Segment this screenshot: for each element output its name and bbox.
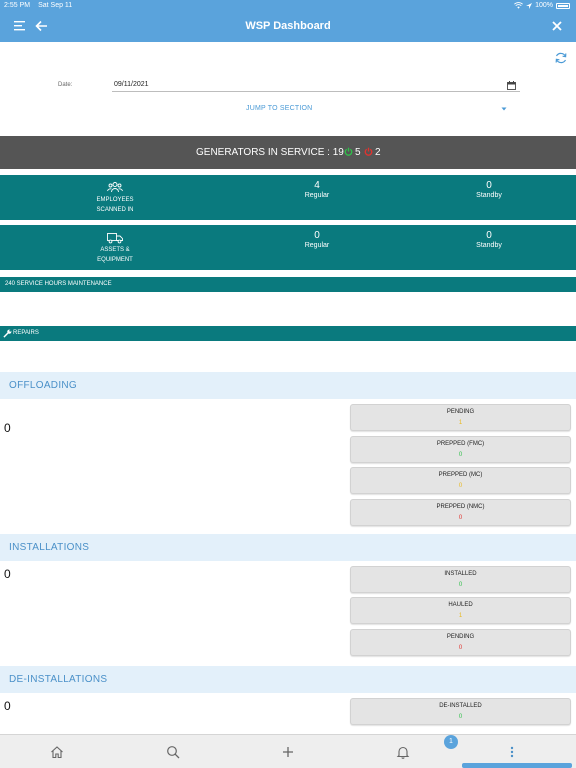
deinstallations-count: 0 bbox=[4, 699, 11, 713]
assets-label-line2: EQUIPMENT bbox=[97, 257, 133, 263]
installations-title: INSTALLATIONS bbox=[9, 542, 90, 553]
search-icon[interactable] bbox=[166, 745, 180, 759]
card-value: 0 bbox=[458, 452, 463, 458]
offloading-title: OFFLOADING bbox=[9, 380, 78, 391]
employees-regular-label: Regular bbox=[304, 192, 330, 199]
wsp-dashboard-page: 2:55 PM Sat Sep 11 100% WSP Dashboard Dat… bbox=[0, 0, 576, 768]
status-date: Sat Sep 11 bbox=[38, 2, 73, 9]
card-value: 0 bbox=[458, 483, 463, 489]
installations-section-header: INSTALLATIONS bbox=[0, 534, 576, 561]
bell-icon[interactable] bbox=[396, 745, 410, 759]
card-title: PREPPED (NMC) bbox=[436, 504, 485, 510]
power-off-icon bbox=[364, 147, 373, 156]
card-title: DE-INSTALLED bbox=[439, 703, 482, 709]
offloading-count: 0 bbox=[4, 421, 11, 435]
installations-pending-card[interactable]: PENDING 0 bbox=[350, 629, 571, 656]
maintenance-label: 240 SERVICE HOURS MAINTENANCE bbox=[5, 281, 112, 287]
assets-label: ASSETS & EQUIPMENT bbox=[76, 245, 154, 265]
offloading-pending-card[interactable]: PENDING 1 bbox=[350, 404, 571, 431]
page-title: WSP Dashboard bbox=[245, 20, 331, 32]
chevron-down-icon[interactable] bbox=[500, 105, 508, 113]
card-value: 1 bbox=[458, 613, 463, 619]
employees-standby-value: 0 bbox=[486, 180, 492, 191]
card-value: 0 bbox=[458, 515, 463, 521]
repairs-label: REPAIRS bbox=[13, 330, 39, 336]
close-icon[interactable] bbox=[549, 18, 565, 34]
offloading-prepped-nmc-card[interactable]: PREPPED (NMC) 0 bbox=[350, 499, 571, 526]
generators-label: GENERATORS IN SERVICE : 19 bbox=[196, 147, 344, 158]
more-vertical-icon[interactable] bbox=[505, 745, 519, 759]
offloading-section-header: OFFLOADING bbox=[0, 372, 576, 399]
card-title: HAULED bbox=[448, 602, 473, 608]
card-title: PREPPED (MC) bbox=[438, 472, 483, 478]
generators-online-count: 5 bbox=[355, 147, 361, 158]
card-title: PENDING bbox=[446, 409, 475, 415]
battery-percent: 100% bbox=[535, 2, 553, 9]
generators-in-service-bar: GENERATORS IN SERVICE : 19 5 2 bbox=[0, 136, 576, 169]
card-value: 0 bbox=[458, 645, 463, 651]
assets-regular-stat: 0 Regular bbox=[277, 230, 357, 249]
assets-regular-value: 0 bbox=[314, 230, 320, 241]
assets-regular-label: Regular bbox=[304, 242, 330, 249]
installations-count: 0 bbox=[4, 567, 11, 581]
calendar-icon[interactable] bbox=[507, 81, 516, 90]
employees-label-line2: SCANNED IN bbox=[96, 207, 134, 213]
offloading-prepped-mc-card[interactable]: PREPPED (MC) 0 bbox=[350, 467, 571, 494]
status-time: 2:55 PM bbox=[4, 2, 31, 9]
installations-installed-card[interactable]: INSTALLED 0 bbox=[350, 566, 571, 593]
card-value: 0 bbox=[458, 582, 463, 588]
card-value: 0 bbox=[458, 714, 463, 720]
employees-regular-stat: 4 Regular bbox=[277, 180, 357, 199]
top-navigation-bar: 2:55 PM Sat Sep 11 100% WSP Dashboard bbox=[0, 0, 576, 42]
assets-equipment-row[interactable]: ASSETS & EQUIPMENT 0 Regular 0 Standby bbox=[0, 225, 576, 270]
home-indicator bbox=[462, 763, 572, 768]
refresh-icon[interactable] bbox=[554, 51, 568, 65]
employees-label: EMPLOYEES SCANNED IN bbox=[76, 195, 154, 215]
people-group-icon bbox=[107, 182, 123, 193]
card-title: PREPPED (FMC) bbox=[436, 441, 485, 447]
maintenance-section-header[interactable]: 240 SERVICE HOURS MAINTENANCE bbox=[0, 277, 576, 292]
assets-standby-value: 0 bbox=[486, 230, 492, 241]
battery-icon bbox=[556, 2, 570, 9]
date-field-underline bbox=[112, 91, 520, 92]
plus-icon[interactable] bbox=[281, 745, 295, 759]
deinstallations-deinstalled-card[interactable]: DE-INSTALLED 0 bbox=[350, 698, 571, 725]
generators-offline-count: 2 bbox=[375, 147, 381, 158]
assets-standby-label: Standby bbox=[476, 242, 502, 249]
deinstallations-title: DE-INSTALLATIONS bbox=[9, 674, 108, 685]
location-icon bbox=[526, 2, 533, 9]
employees-scanned-in-row[interactable]: EMPLOYEES SCANNED IN 4 Regular 0 Standby bbox=[0, 175, 576, 220]
jump-to-section-dropdown[interactable]: JUMP TO SECTION bbox=[246, 105, 312, 112]
wifi-icon bbox=[514, 2, 524, 9]
repairs-section-header[interactable]: REPAIRS bbox=[0, 326, 576, 341]
status-bar: 2:55 PM Sat Sep 11 bbox=[4, 2, 72, 9]
notification-badge: 1 bbox=[444, 735, 458, 749]
truck-icon bbox=[107, 233, 123, 244]
installations-hauled-card[interactable]: HAULED 1 bbox=[350, 597, 571, 624]
card-title: INSTALLED bbox=[444, 571, 477, 577]
employees-label-line1: EMPLOYEES bbox=[96, 197, 134, 203]
date-label: Date: bbox=[58, 82, 73, 88]
card-value: 1 bbox=[458, 420, 463, 426]
card-title: PENDING bbox=[446, 634, 475, 640]
status-indicators: 100% bbox=[514, 2, 570, 9]
assets-standby-stat: 0 Standby bbox=[449, 230, 529, 249]
employees-standby-stat: 0 Standby bbox=[449, 180, 529, 199]
power-on-icon bbox=[344, 147, 353, 156]
wrench-icon bbox=[3, 329, 12, 338]
offloading-prepped-fmc-card[interactable]: PREPPED (FMC) 0 bbox=[350, 436, 571, 463]
employees-regular-value: 4 bbox=[314, 180, 320, 191]
date-field[interactable]: 09/11/2021 bbox=[114, 81, 149, 88]
employees-standby-label: Standby bbox=[476, 192, 502, 199]
home-icon[interactable] bbox=[50, 745, 64, 759]
assets-label-line1: ASSETS & bbox=[100, 247, 130, 253]
deinstallations-section-header: DE-INSTALLATIONS bbox=[0, 666, 576, 693]
